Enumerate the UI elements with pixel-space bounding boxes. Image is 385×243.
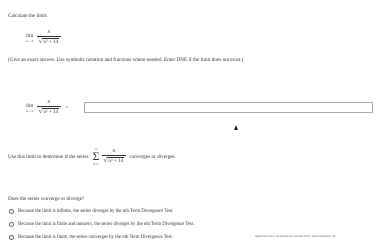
question-source-footer: Question Source: Rogawski 4e Calculus Ea… <box>255 234 336 238</box>
mouse-cursor-icon <box>234 125 238 130</box>
instructions: (Give an exact answer. Use symbolic nota… <box>8 57 244 63</box>
series-statement: Use this limit to determine if the serie… <box>8 147 176 166</box>
limit-answer-input[interactable] <box>84 102 373 113</box>
limit-operator: lim n→∞ <box>26 102 34 113</box>
equals-sign: = <box>65 104 69 111</box>
limit-answer-expression: lim n→∞ n √n² + 14 = <box>26 99 68 116</box>
limit-fraction: n √n² + 14 <box>36 29 62 46</box>
option-1-radio[interactable] <box>9 209 14 214</box>
option-1-label[interactable]: Because the limit is infinite, the serie… <box>18 209 174 214</box>
series-term-fraction: n √n² + 14 <box>101 148 127 165</box>
option-2-radio[interactable] <box>9 222 14 227</box>
limit-operator: lim n→∞ <box>26 32 34 43</box>
option-2-label[interactable]: Because the limit is finite and nonzero,… <box>18 222 195 227</box>
series-lead-text: Use this limit to determine if the serie… <box>8 153 89 160</box>
limit-expression: lim n→∞ n √n² + 14 <box>26 29 62 46</box>
converge-question: Does the series converge or diverge? <box>8 196 85 202</box>
series-tail-text: converges or diverges. <box>129 153 176 160</box>
option-3-radio[interactable] <box>9 235 14 240</box>
option-3-label[interactable]: Because the limit is finite, the series … <box>18 235 173 240</box>
summation-icon: ∞ Σ n=1 <box>92 147 100 166</box>
limit-fraction: n √n² + 14 <box>36 99 62 116</box>
question-prompt: Calculate the limit. <box>8 13 48 19</box>
